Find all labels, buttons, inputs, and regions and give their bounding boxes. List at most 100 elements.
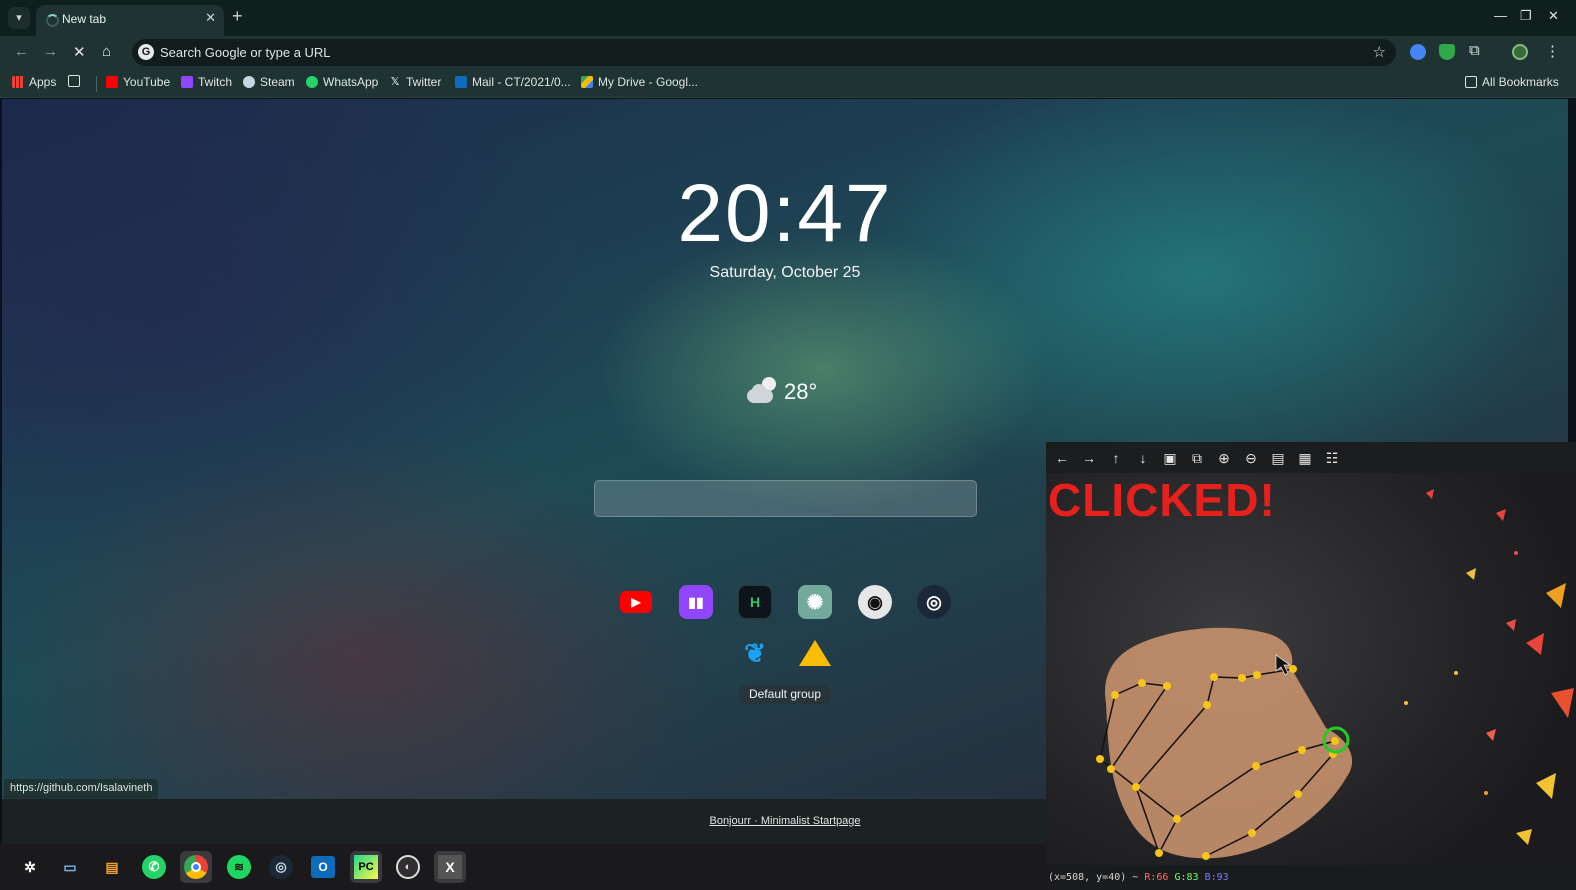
group-label[interactable]: Default group [739, 685, 831, 704]
pixel-coords: (x=508, y=40) ~ [1048, 872, 1139, 883]
spotify-icon[interactable]: ≋ [223, 851, 255, 883]
menu-kebab-icon[interactable]: ⋮ [1545, 42, 1560, 60]
zoom-out-icon[interactable]: ⊖ [1242, 449, 1260, 467]
close-icon[interactable]: ✕ [205, 10, 216, 26]
status-bar-url: https://github.com/Isalavineth [4, 779, 159, 799]
cloudy-night-icon [744, 377, 778, 407]
weather-widget[interactable]: 28° [744, 377, 817, 407]
shortcut-google-drive[interactable] [798, 636, 832, 670]
zoom-original-icon[interactable]: ⧉ [1188, 449, 1206, 467]
shortcut-steam[interactable]: ◎ [917, 585, 951, 619]
google-icon: G [138, 44, 154, 60]
search-input[interactable] [594, 480, 977, 517]
shortcut-github[interactable]: ◉ [858, 585, 892, 619]
loading-icon [46, 14, 59, 27]
chrome-icon[interactable] [180, 851, 212, 883]
bookmark-apps[interactable]: Apps [12, 75, 56, 89]
save-icon[interactable]: ▤ [1269, 449, 1287, 467]
all-bookmarks[interactable]: All Bookmarks [1465, 75, 1559, 89]
file-manager-icon[interactable]: ▭ [54, 851, 86, 883]
forward-icon[interactable]: → [43, 43, 58, 60]
bookmark-twitch[interactable]: Twitch [181, 75, 232, 89]
tab-strip: ▾ New tab ✕ + — ❐ ✕ [0, 0, 1576, 36]
properties-icon[interactable]: ☷ [1323, 449, 1341, 467]
bookmark-youtube[interactable]: YouTube [106, 75, 170, 89]
bookmark-label: Mail - CT/2021/0... [472, 75, 571, 89]
bookmark-my-drive[interactable]: My Drive - Googl... [581, 75, 698, 89]
youtube-icon: ▶ [620, 591, 652, 613]
all-bookmarks-label: All Bookmarks [1482, 75, 1559, 89]
temperature: 28° [784, 379, 818, 404]
pixel-r: R:66 [1144, 872, 1169, 883]
confetti-decoration [1404, 489, 1574, 845]
pixel-b: B:93 [1204, 872, 1229, 883]
hand [1105, 627, 1353, 859]
bookmark-label: Steam [260, 75, 295, 89]
bookmark-label: Apps [29, 75, 57, 89]
whatsapp-icon [306, 76, 318, 88]
restore-icon[interactable]: ❐ [1520, 8, 1532, 24]
folder-icon [1465, 76, 1477, 88]
bookmark-label: Twitter [406, 75, 442, 89]
extension-icon[interactable] [1410, 44, 1426, 60]
home-icon[interactable]: ⌂ [102, 43, 111, 60]
tab-new-tab[interactable]: New tab ✕ [36, 5, 224, 36]
steam-icon: ◎ [926, 591, 942, 612]
launcher-icon[interactable]: ✲ [14, 851, 46, 883]
back-icon[interactable]: ← [14, 43, 29, 60]
chatgpt-icon: ✺ [806, 591, 824, 614]
outlook-icon[interactable]: O [307, 851, 339, 883]
x-app-icon[interactable]: X [434, 851, 466, 883]
tab-groups-icon[interactable] [68, 75, 80, 87]
bookmark-mail[interactable]: Mail - CT/2021/0... [455, 75, 571, 89]
clock: 20:47 [677, 168, 893, 259]
shortcut-hackerrank[interactable]: H [738, 585, 772, 619]
avatar[interactable] [1512, 44, 1528, 60]
address-bar[interactable]: G Search Google or type a URL ☆ [132, 39, 1396, 66]
bookmark-steam[interactable]: Steam [243, 75, 295, 89]
shield-icon[interactable] [1439, 44, 1455, 60]
bookmark-star-icon[interactable]: ☆ [1373, 43, 1386, 61]
twitter-bird-icon: ❦ [744, 637, 766, 668]
camera-feed[interactable]: CLICKED! [1046, 473, 1576, 865]
steam-icon[interactable]: ◎ [265, 851, 297, 883]
clicked-label: CLICKED! [1048, 474, 1276, 526]
camera-toolbar: ← → ↑ ↓ ▣ ⧉ ⊕ ⊖ ▤ ▦ ☷ [1046, 442, 1576, 473]
window-close-icon[interactable]: ✕ [1548, 8, 1559, 24]
pan-up-icon[interactable]: ↑ [1107, 449, 1125, 467]
pan-down-icon[interactable]: ↓ [1134, 449, 1152, 467]
new-tab-button[interactable]: + [232, 6, 243, 27]
obs-icon[interactable]: ◐ [392, 851, 424, 883]
zoom-in-icon[interactable]: ⊕ [1215, 449, 1233, 467]
bookmark-label: Twitch [198, 75, 233, 89]
hand-tracking-overlay [1096, 489, 1574, 860]
whatsapp-icon[interactable]: ✆ [138, 851, 170, 883]
copy-clipboard-icon[interactable]: ▦ [1296, 449, 1314, 467]
minimize-icon[interactable]: — [1494, 8, 1507, 23]
youtube-icon [106, 76, 118, 88]
grid-icon [68, 75, 80, 87]
camera-status-bar: (x=508, y=40) ~ R:66 G:83 B:93 [1046, 865, 1576, 890]
bookmarks-bar: Apps YouTube Twitch Steam WhatsApp 𝕏 Twit… [0, 69, 1576, 98]
pycharm-icon[interactable]: PC [350, 851, 382, 883]
tab-search-icon[interactable]: ▾ [8, 7, 30, 29]
zoom-fit-icon[interactable]: ▣ [1161, 449, 1179, 467]
outlook-icon [455, 76, 467, 88]
github-icon: ◉ [867, 591, 883, 612]
hackerrank-icon: H [749, 594, 761, 610]
extensions-puzzle-icon[interactable]: ⧉ [1469, 42, 1480, 59]
bookmark-label: My Drive - Googl... [598, 75, 699, 89]
bookmark-whatsapp[interactable]: WhatsApp [306, 75, 378, 89]
shortcut-twitch[interactable]: ▮▮ [679, 585, 713, 619]
shortcut-youtube[interactable]: ▶ [619, 585, 653, 619]
pan-right-icon[interactable]: → [1080, 449, 1098, 467]
pan-left-icon[interactable]: ← [1053, 449, 1071, 467]
shortcut-twitter[interactable]: ❦ [738, 636, 772, 670]
twitch-icon: ▮▮ [688, 593, 704, 610]
bookmark-twitter[interactable]: 𝕏 Twitter [389, 75, 442, 89]
stop-loading-icon[interactable]: ✕ [73, 43, 86, 61]
bookmark-label: WhatsApp [323, 75, 379, 89]
shortcut-chatgpt[interactable]: ✺ [798, 585, 832, 619]
screen: ▾ New tab ✕ + — ❐ ✕ ← → ✕ ⌂ G Search Goo… [0, 0, 1576, 890]
sublime-text-icon[interactable]: ▤ [96, 851, 128, 883]
